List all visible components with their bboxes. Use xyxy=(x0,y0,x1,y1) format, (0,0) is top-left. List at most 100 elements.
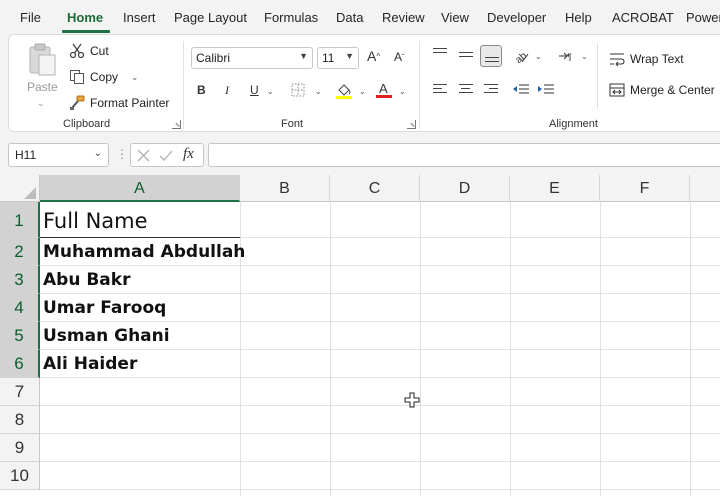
cancel-icon[interactable] xyxy=(137,149,150,162)
name-box-value: H11 xyxy=(15,148,37,162)
gridline xyxy=(40,433,720,434)
group-divider xyxy=(183,41,184,129)
clipboard-launcher-icon[interactable] xyxy=(172,120,181,129)
formula-bar-grip-icon[interactable]: ⋮ xyxy=(116,147,128,161)
gridline xyxy=(40,489,720,490)
tab-acrobat[interactable]: ACROBAT xyxy=(612,10,674,25)
column-header-f[interactable]: F xyxy=(600,175,690,202)
column-header-b[interactable]: B xyxy=(240,175,330,202)
ribbon: Paste ⌄ Cut Copy ⌄ Format Painter Clipbo… xyxy=(8,34,720,132)
gridline xyxy=(40,293,720,294)
gridline xyxy=(40,349,720,350)
row-header-6[interactable]: 6 xyxy=(0,350,40,378)
select-all-button[interactable] xyxy=(0,175,40,202)
cell-a2[interactable]: Muhammad Abdullah xyxy=(43,242,245,262)
align-center-button[interactable] xyxy=(455,79,477,101)
chevron-down-icon[interactable]: ⌄ xyxy=(535,52,542,61)
name-box[interactable]: H11 ⌄ xyxy=(8,143,109,167)
formula-input[interactable] xyxy=(208,143,720,167)
column-header-c[interactable]: C xyxy=(330,175,420,202)
row-header-5[interactable]: 5 xyxy=(0,322,40,350)
chevron-down-icon[interactable]: ⌄ xyxy=(315,87,322,96)
svg-text:¶: ¶ xyxy=(567,52,572,62)
cut-button[interactable]: Cut xyxy=(69,43,109,59)
font-launcher-icon[interactable] xyxy=(407,120,416,129)
tab-developer[interactable]: Developer xyxy=(487,10,546,25)
active-tab-indicator xyxy=(62,30,110,33)
cell-a1[interactable]: Full Name xyxy=(43,209,148,233)
increase-indent-icon[interactable] xyxy=(537,83,555,97)
row-header-2[interactable]: 2 xyxy=(0,238,40,266)
wrap-text-button[interactable]: Wrap Text xyxy=(609,51,684,67)
gridline xyxy=(40,265,720,266)
svg-text:A: A xyxy=(379,81,388,96)
row-header-7[interactable]: 7 xyxy=(0,378,40,406)
wrap-text-label: Wrap Text xyxy=(630,52,684,66)
tab-help[interactable]: Help xyxy=(565,10,592,25)
cell-a5[interactable]: Usman Ghani xyxy=(43,326,170,346)
borders-icon[interactable] xyxy=(291,83,305,97)
font-grow-icon[interactable]: A ^ xyxy=(367,48,380,64)
column-header-d[interactable]: D xyxy=(420,175,510,202)
font-size-dropdown[interactable]: 11 ▼ xyxy=(317,47,359,69)
tab-file[interactable]: File xyxy=(20,10,41,25)
align-middle-button[interactable] xyxy=(455,45,477,67)
svg-text:ab: ab xyxy=(513,50,529,64)
enter-check-icon[interactable] xyxy=(159,149,173,162)
chevron-down-icon[interactable]: ⌄ xyxy=(94,148,102,159)
column-header-a[interactable]: A xyxy=(40,175,240,202)
italic-button[interactable]: I xyxy=(225,83,229,98)
tab-review[interactable]: Review xyxy=(382,10,425,25)
bold-button[interactable]: B xyxy=(197,83,206,97)
tab-data[interactable]: Data xyxy=(336,10,363,25)
paint-bucket-icon[interactable] xyxy=(335,81,353,99)
chevron-down-icon: ▼ xyxy=(299,51,308,61)
group-divider xyxy=(597,43,598,109)
font-shrink-icon[interactable]: Aˇ xyxy=(394,50,405,64)
tab-home[interactable]: Home xyxy=(67,10,103,25)
cell-a4[interactable]: Umar Farooq xyxy=(43,298,166,318)
format-painter-button[interactable]: Format Painter xyxy=(69,95,169,111)
row-header-1[interactable]: 1 xyxy=(0,202,40,238)
align-left-button[interactable] xyxy=(429,79,451,101)
chevron-down-icon[interactable]: ⌄ xyxy=(399,87,406,96)
row-header-8[interactable]: 8 xyxy=(0,406,40,434)
cell-a6[interactable]: Ali Haider xyxy=(43,354,137,374)
worksheet-grid[interactable]: A B C D E F 1 2 3 4 5 6 7 8 9 10 Full Na… xyxy=(0,175,720,496)
row-header-9[interactable]: 9 xyxy=(0,434,40,462)
tab-power[interactable]: Power xyxy=(686,10,720,25)
row-header-3[interactable]: 3 xyxy=(0,266,40,294)
font-name-dropdown[interactable]: Calibri ▼ xyxy=(191,47,313,69)
underline-button[interactable]: U xyxy=(250,83,259,97)
decrease-indent-icon[interactable] xyxy=(512,83,530,97)
scissors-icon xyxy=(69,43,85,59)
formula-bar-buttons: fx xyxy=(130,143,204,167)
text-direction-icon[interactable]: ¶ xyxy=(557,49,573,63)
align-right-button[interactable] xyxy=(480,79,502,101)
copy-label: Copy xyxy=(90,70,119,84)
cell-a3[interactable]: Abu Bakr xyxy=(43,270,130,290)
tab-page-layout[interactable]: Page Layout xyxy=(174,10,247,25)
row-header-4[interactable]: 4 xyxy=(0,294,40,322)
chevron-down-icon[interactable]: ⌄ xyxy=(267,87,274,96)
row-header-10[interactable]: 10 xyxy=(0,462,40,490)
font-color-icon[interactable]: A xyxy=(375,81,393,99)
align-bottom-button[interactable] xyxy=(480,45,502,67)
format-painter-label: Format Painter xyxy=(90,96,170,110)
chevron-down-icon[interactable]: ⌄ xyxy=(37,98,45,109)
paste-button[interactable]: Paste xyxy=(27,80,58,94)
insert-function-icon[interactable]: fx xyxy=(183,146,194,163)
paste-icon[interactable] xyxy=(27,43,57,77)
orientation-icon[interactable]: ab xyxy=(512,48,530,64)
align-top-button[interactable] xyxy=(429,45,451,67)
tab-view[interactable]: View xyxy=(441,10,469,25)
tab-formulas[interactable]: Formulas xyxy=(264,10,318,25)
chevron-down-icon[interactable]: ⌄ xyxy=(359,87,366,96)
chevron-down-icon[interactable]: ⌄ xyxy=(581,52,588,61)
copy-button[interactable]: Copy ⌄ xyxy=(69,69,139,85)
chevron-down-icon[interactable]: ⌄ xyxy=(131,72,139,83)
column-header-e[interactable]: E xyxy=(510,175,600,202)
merge-center-button[interactable]: Merge & Center ⌄ xyxy=(609,82,720,98)
tab-insert[interactable]: Insert xyxy=(123,10,156,25)
font-name-value: Calibri xyxy=(196,51,231,65)
